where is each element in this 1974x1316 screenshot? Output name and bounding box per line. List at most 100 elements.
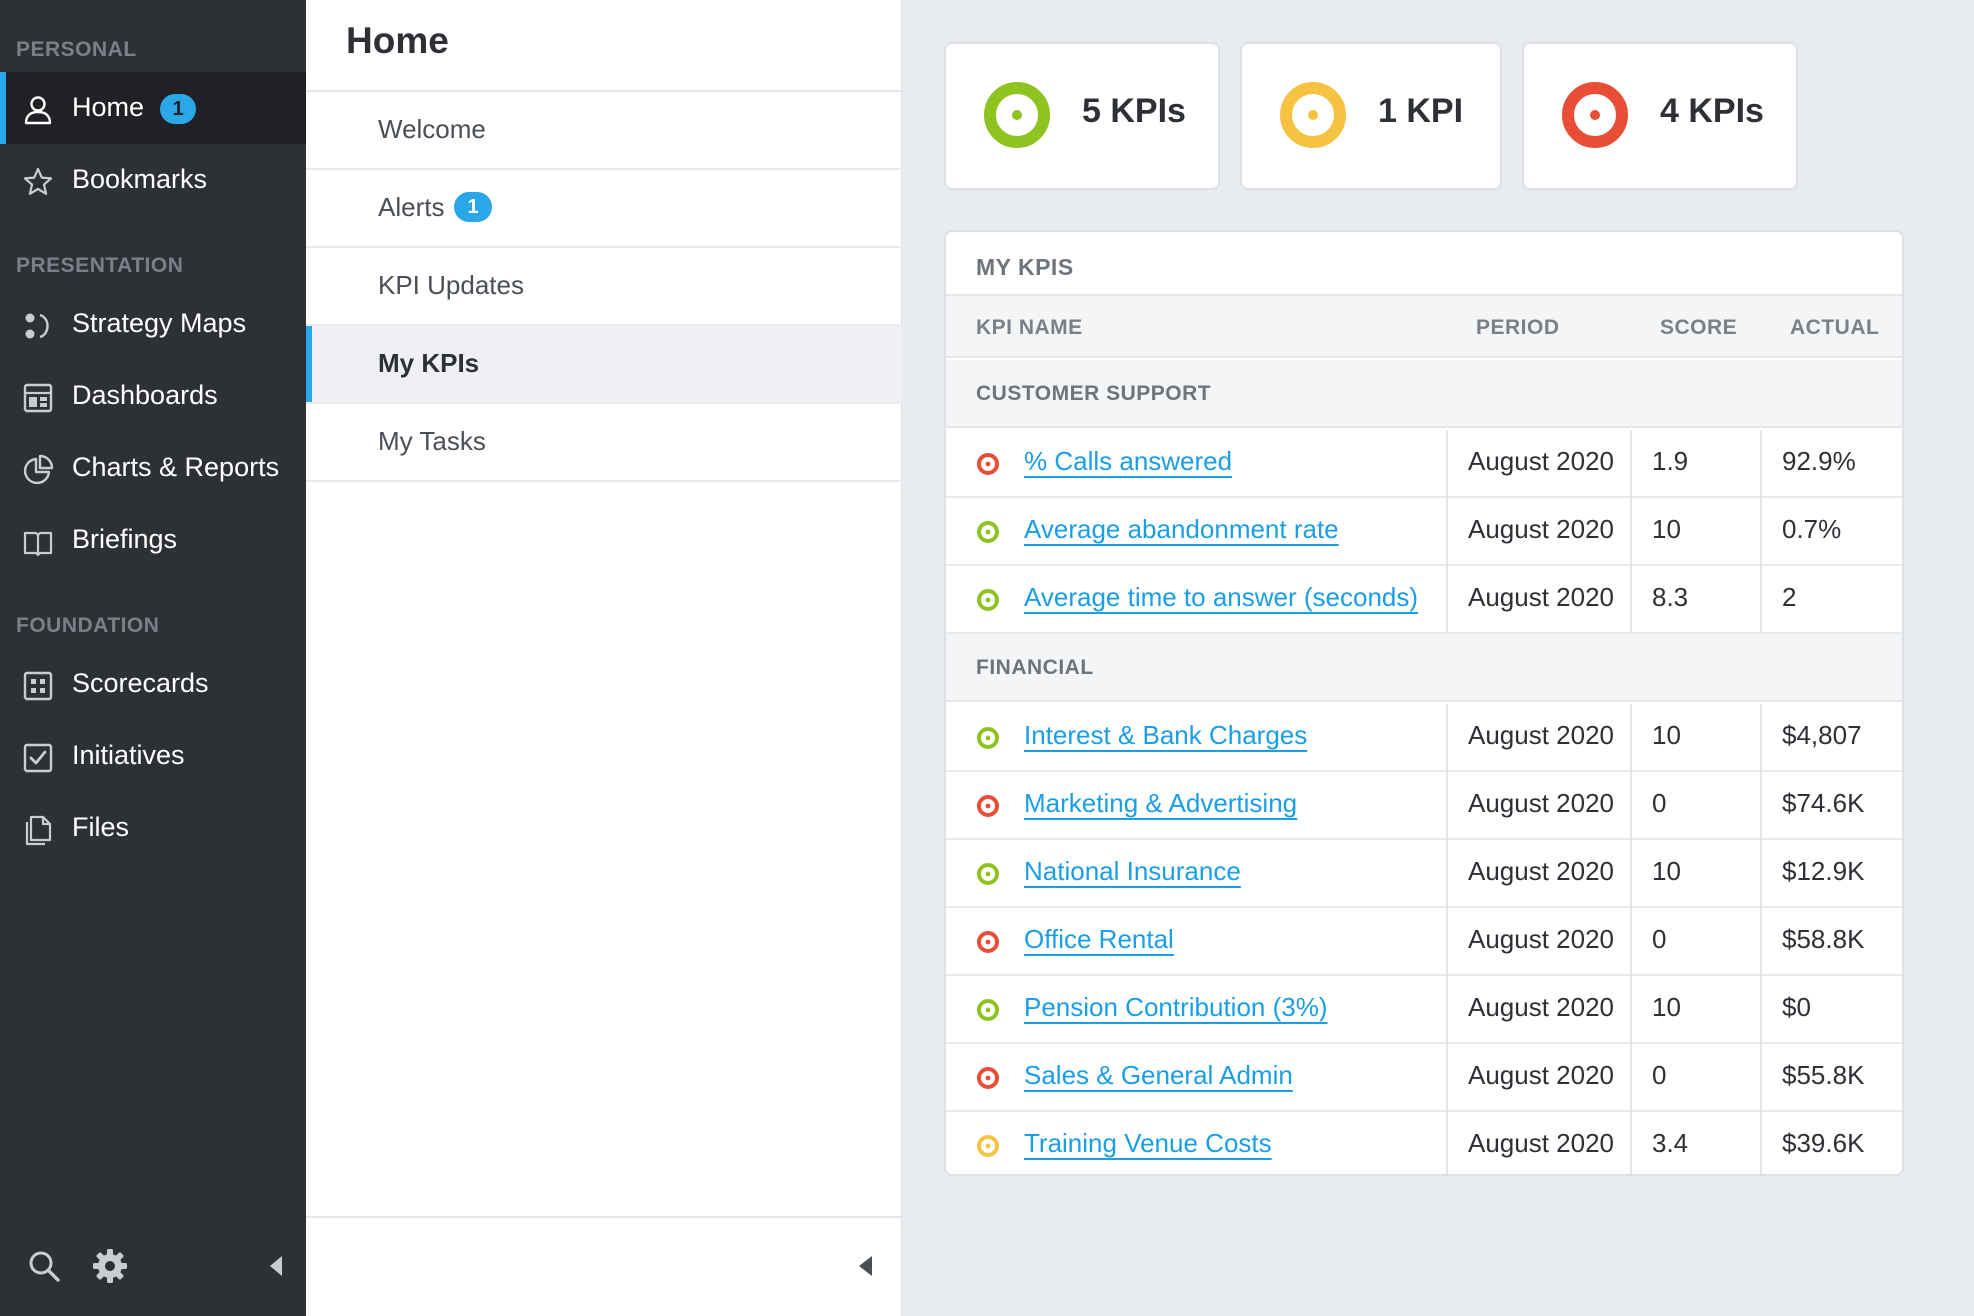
group-row: CUSTOMER SUPPORT <box>946 360 1902 428</box>
book-icon <box>23 531 53 557</box>
period-value: August 2020 <box>1468 446 1615 476</box>
score-cell: 10 <box>1630 840 1760 908</box>
kpi-name-link[interactable]: Marketing & Advertising <box>1024 788 1297 819</box>
score-cell: 10 <box>1630 704 1760 772</box>
home-badge: 1 <box>160 94 196 124</box>
period-cell: August 2020 <box>1446 840 1630 908</box>
subnav-item-label: Welcome <box>378 114 486 144</box>
score-cell: 0 <box>1630 772 1760 840</box>
kpi-name-link[interactable]: Training Venue Costs <box>1024 1128 1272 1159</box>
period-value: August 2020 <box>1468 582 1615 612</box>
divider <box>306 1216 902 1218</box>
column-header-actual[interactable]: ACTUAL <box>1790 316 1879 340</box>
sidebar-item-dashboards[interactable]: Dashboards <box>0 360 306 432</box>
status-good-icon <box>977 727 999 749</box>
score-value: 0 <box>1652 788 1667 818</box>
collapse-sidebar-icon[interactable] <box>258 1248 294 1284</box>
sidebar-item-files[interactable]: Files <box>0 792 306 864</box>
table-row: Pension Contribution (3%) August 2020 10 $0 <box>946 976 1902 1044</box>
summary-card-bad[interactable]: 4 KPIs <box>1522 42 1798 190</box>
status-good-icon <box>977 521 999 543</box>
home-subnav-panel: Home Welcome Alerts 1 KPI Updates My KPI… <box>306 0 902 1316</box>
actual-cell: $55.8K <box>1760 1044 1902 1112</box>
subnav-item-label: KPI Updates <box>378 270 524 300</box>
alerts-badge: 1 <box>454 192 492 222</box>
actual-value: 2 <box>1782 582 1797 612</box>
period-value: August 2020 <box>1468 992 1615 1022</box>
actual-cell: 92.9% <box>1760 430 1902 498</box>
sidebar-item-bookmarks[interactable]: Bookmarks <box>0 144 306 216</box>
collapse-panel-icon[interactable] <box>856 1254 876 1278</box>
sidebar-item-scorecards[interactable]: Scorecards <box>0 648 306 720</box>
table-row: Office Rental August 2020 0 $58.8K <box>946 908 1902 976</box>
column-header-period[interactable]: PERIOD <box>1476 316 1560 340</box>
sidebar-item-home[interactable]: Home 1 <box>0 72 306 144</box>
score-cell: 1.9 <box>1630 430 1760 498</box>
table-row: National Insurance August 2020 10 $12.9K <box>946 840 1902 908</box>
kpi-name-link[interactable]: % Calls answered <box>1024 446 1232 477</box>
kpi-name-link[interactable]: Interest & Bank Charges <box>1024 720 1307 751</box>
sidebar-item-initiatives[interactable]: Initiatives <box>0 720 306 792</box>
star-icon <box>23 167 53 195</box>
gear-icon[interactable] <box>92 1248 128 1284</box>
kpi-name-link[interactable]: Office Rental <box>1024 924 1174 955</box>
main-sidebar: PERSONAL Home 1 Bookmarks PRESENTATION S… <box>0 0 306 1316</box>
sidebar-item-label: Strategy Maps <box>72 308 247 338</box>
subnav-item-my-tasks[interactable]: My Tasks <box>306 404 902 482</box>
summary-count: 5 KPIs <box>1082 92 1186 130</box>
actual-value: 92.9% <box>1782 446 1856 476</box>
subnav-item-kpi-updates[interactable]: KPI Updates <box>306 248 902 326</box>
actual-value: $74.6K <box>1782 788 1865 818</box>
subnav-item-label: Alerts <box>378 192 445 222</box>
search-icon[interactable] <box>26 1248 62 1284</box>
score-value: 10 <box>1652 992 1681 1022</box>
actual-cell: 0.7% <box>1760 498 1902 566</box>
status-warning-icon <box>977 1135 999 1157</box>
sidebar-item-briefings[interactable]: Briefings <box>0 504 306 576</box>
subnav-item-welcome[interactable]: Welcome <box>306 92 902 170</box>
actual-value: $12.9K <box>1782 856 1865 886</box>
section-foundation: FOUNDATION <box>16 614 160 637</box>
kpi-name-link[interactable]: Average abandonment rate <box>1024 514 1339 545</box>
status-good-icon <box>977 589 999 611</box>
kpi-name-link[interactable]: Sales & General Admin <box>1024 1060 1293 1091</box>
kpi-name-link[interactable]: National Insurance <box>1024 856 1241 887</box>
score-value: 0 <box>1652 924 1667 954</box>
table-row: Training Venue Costs August 2020 3.4 $39.6K <box>946 1112 1902 1174</box>
summary-card-warning[interactable]: 1 KPI <box>1240 42 1502 190</box>
score-cell: 0 <box>1630 1044 1760 1112</box>
target-warning-icon <box>1280 82 1346 148</box>
period-cell: August 2020 <box>1446 908 1630 976</box>
actual-value: $4,807 <box>1782 720 1862 750</box>
status-good-icon <box>977 863 999 885</box>
actual-value: $39.6K <box>1782 1128 1865 1158</box>
group-label: FINANCIAL <box>976 656 1094 679</box>
sidebar-item-strategy-maps[interactable]: Strategy Maps <box>0 288 306 360</box>
target-bad-icon <box>1562 82 1628 148</box>
subnav-item-alerts[interactable]: Alerts 1 <box>306 170 902 248</box>
period-value: August 2020 <box>1468 1128 1615 1158</box>
table-row: Average time to answer (seconds) August 2… <box>946 566 1902 634</box>
subnav-item-my-kpis[interactable]: My KPIs <box>306 326 902 404</box>
column-header-score[interactable]: SCORE <box>1660 316 1737 340</box>
period-cell: August 2020 <box>1446 430 1630 498</box>
score-value: 0 <box>1652 1060 1667 1090</box>
period-cell: August 2020 <box>1446 772 1630 840</box>
score-value: 1.9 <box>1652 446 1689 476</box>
sidebar-item-charts-reports[interactable]: Charts & Reports <box>0 432 306 504</box>
pie-chart-icon <box>23 454 54 485</box>
period-cell: August 2020 <box>1446 1044 1630 1112</box>
summary-card-good[interactable]: 5 KPIs <box>944 42 1220 190</box>
files-icon <box>25 815 52 846</box>
actual-cell: $4,807 <box>1760 704 1902 772</box>
actual-cell: $74.6K <box>1760 772 1902 840</box>
score-value: 10 <box>1652 856 1681 886</box>
score-cell: 3.4 <box>1630 1112 1760 1174</box>
period-value: August 2020 <box>1468 788 1615 818</box>
kpi-name-link[interactable]: Pension Contribution (3%) <box>1024 992 1328 1023</box>
checkbox-icon <box>23 743 53 773</box>
kpi-name-link[interactable]: Average time to answer (seconds) <box>1024 582 1418 613</box>
column-header-kpi-name[interactable]: KPI NAME <box>976 316 1083 340</box>
period-cell: August 2020 <box>1446 704 1630 772</box>
sidebar-item-label: Bookmarks <box>72 164 208 194</box>
